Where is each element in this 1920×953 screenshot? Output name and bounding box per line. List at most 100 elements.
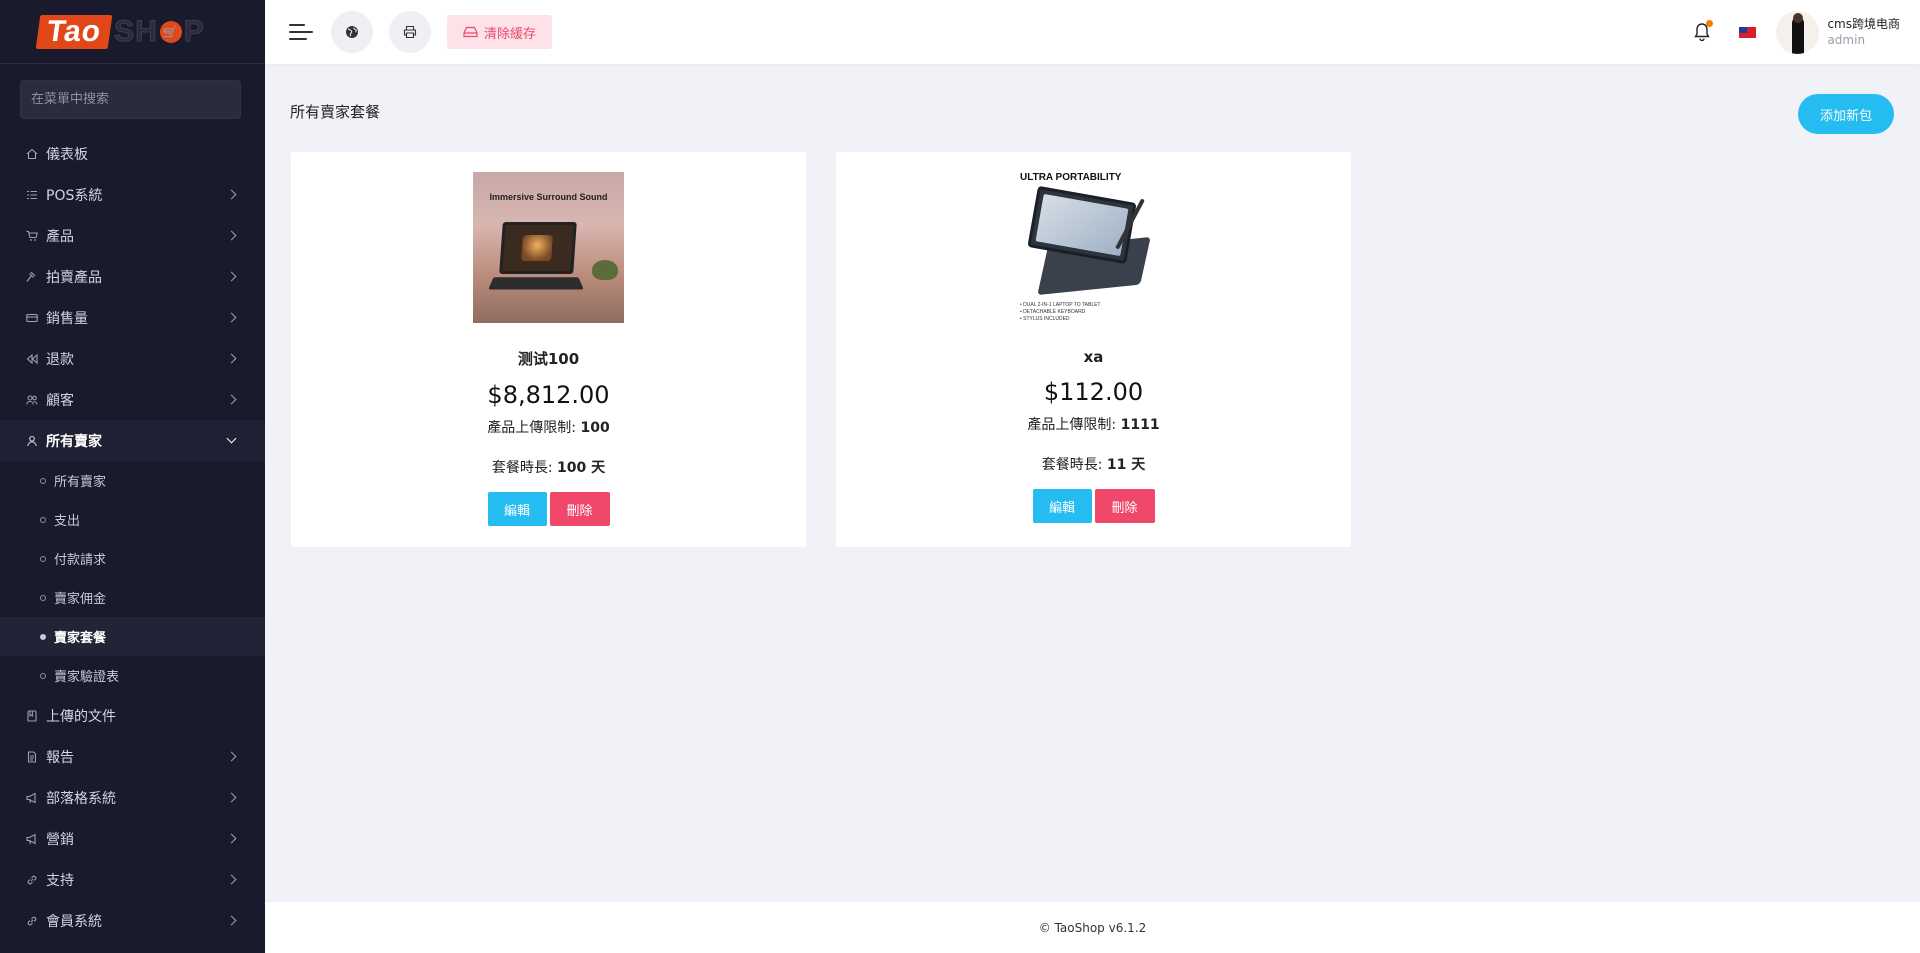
sidebar-item-dashboard[interactable]: 儀表板 bbox=[0, 133, 265, 174]
chevron-right-icon bbox=[226, 915, 237, 926]
sidebar-item-label: 產品 bbox=[46, 228, 74, 245]
submenu-item-label: 賣家佣金 bbox=[54, 592, 107, 607]
sidebar-item-label: 退款 bbox=[46, 351, 74, 368]
topbar-right: cms跨境电商 admin bbox=[1693, 10, 1900, 54]
sidebar-menu-after: 上傳的文件 報告 部落格系統 營銷 支持 會員系統 bbox=[0, 695, 265, 941]
package-price: $8,812.00 bbox=[487, 381, 610, 409]
sidebar-item-uploaded-files[interactable]: 上傳的文件 bbox=[0, 695, 265, 736]
chevron-right-icon bbox=[226, 792, 237, 803]
submenu-item-seller-packages[interactable]: 賣家套餐 bbox=[0, 617, 265, 656]
submenu-item-label: 所有賣家 bbox=[54, 475, 107, 490]
sidebar-item-customers[interactable]: 顧客 bbox=[0, 379, 265, 420]
package-card: Immersive Surround Sound 测试100 $8,812.00… bbox=[291, 152, 806, 547]
package-image: Immersive Surround Sound bbox=[473, 172, 624, 323]
user-info[interactable]: cms跨境电商 admin bbox=[1827, 16, 1900, 48]
sidebar-item-pos[interactable]: POS系統 bbox=[0, 174, 265, 215]
bullet-icon bbox=[40, 633, 46, 640]
bullet-icon bbox=[40, 516, 46, 523]
submenu-item-label: 賣家套餐 bbox=[54, 631, 107, 646]
card-actions: 編輯 刪除 bbox=[487, 492, 610, 526]
sidebar: Tao SH 🛒 P 儀表板 POS系統 產品 bbox=[0, 0, 265, 953]
upload-limit-label: 產品上傳限制: bbox=[1027, 417, 1117, 433]
package-image-caption: Immersive Surround Sound bbox=[489, 192, 608, 202]
submenu-item-seller-verification[interactable]: 賣家驗證表 bbox=[0, 656, 265, 695]
chevron-down-icon bbox=[226, 433, 237, 444]
package-name: xa bbox=[1083, 348, 1104, 366]
clear-cache-button[interactable]: 清除緩存 bbox=[447, 15, 553, 49]
language-flag-icon[interactable] bbox=[1739, 26, 1757, 38]
upload-limit-value: 1111 bbox=[1120, 417, 1160, 433]
bullet-icon bbox=[40, 672, 46, 679]
submenu-item-all-sellers[interactable]: 所有賣家 bbox=[0, 461, 265, 500]
sidebar-item-blog[interactable]: 部落格系統 bbox=[0, 777, 265, 818]
cart-logo-icon: 🛒 bbox=[159, 20, 182, 43]
user-role: admin bbox=[1827, 33, 1866, 47]
user-name: cms跨境电商 bbox=[1827, 17, 1900, 31]
megaphone-icon bbox=[26, 833, 38, 845]
sidebar-item-label: POS系統 bbox=[46, 187, 103, 204]
print-button[interactable] bbox=[389, 11, 431, 53]
sidebar-item-sales[interactable]: 銷售量 bbox=[0, 297, 265, 338]
sidebar-item-label: 銷售量 bbox=[46, 310, 88, 327]
sidebar-item-label: 拍賣產品 bbox=[46, 269, 102, 286]
list-icon bbox=[26, 189, 38, 201]
package-duration: 套餐時長: 11 天 bbox=[1042, 454, 1146, 474]
card-actions: 編輯 刪除 bbox=[1032, 489, 1155, 523]
sidebar-item-membership[interactable]: 會員系統 bbox=[0, 900, 265, 941]
bullet-icon bbox=[40, 555, 46, 562]
bullet-icon bbox=[40, 594, 46, 601]
chevron-right-icon bbox=[226, 874, 237, 885]
edit-button[interactable]: 編輯 bbox=[487, 492, 547, 526]
sidebar-item-products[interactable]: 產品 bbox=[0, 215, 265, 256]
package-duration: 套餐時長: 100 天 bbox=[492, 457, 605, 477]
avatar[interactable] bbox=[1776, 10, 1820, 54]
menu-toggle-icon[interactable] bbox=[289, 22, 315, 42]
delete-button[interactable]: 刪除 bbox=[1094, 489, 1155, 523]
package-image-caption: ULTRA PORTABILITY bbox=[1020, 172, 1122, 183]
backward-icon bbox=[26, 353, 38, 365]
duration-label: 套餐時長: bbox=[1041, 457, 1103, 473]
sidebar-item-label: 所有賣家 bbox=[46, 433, 102, 450]
bullet-text: • STYLUS INCLUDED bbox=[1020, 316, 1070, 322]
notification-bell[interactable] bbox=[1693, 20, 1714, 42]
sidebar-item-all-sellers[interactable]: 所有賣家 bbox=[0, 420, 265, 461]
duration-label: 套餐時長: bbox=[491, 460, 553, 476]
sidebar-item-reports[interactable]: 報告 bbox=[0, 736, 265, 777]
chevron-right-icon bbox=[226, 394, 237, 405]
sidebar-item-support[interactable]: 支持 bbox=[0, 859, 265, 900]
user-icon bbox=[26, 435, 38, 447]
logo-text-sh: SH bbox=[114, 14, 158, 48]
cart-icon bbox=[26, 230, 38, 242]
edit-button[interactable]: 編輯 bbox=[1032, 489, 1092, 523]
bullet-text: • DUAL 2-IN-1 LAPTOP TO TABLET bbox=[1020, 302, 1101, 308]
credit-card-icon bbox=[26, 312, 38, 324]
add-new-package-button[interactable]: 添加新包 bbox=[1798, 94, 1894, 134]
submenu-item-payment-requests[interactable]: 付款請求 bbox=[0, 539, 265, 578]
sidebar-item-auction[interactable]: 拍賣產品 bbox=[0, 256, 265, 297]
menu-search-wrap bbox=[0, 64, 265, 133]
clear-cache-label: 清除緩存 bbox=[484, 26, 537, 42]
globe-button[interactable] bbox=[331, 11, 373, 53]
submenu-item-label: 賣家驗證表 bbox=[54, 670, 120, 685]
upload-limit: 產品上傳限制: 1111 bbox=[1027, 414, 1159, 434]
sidebar-item-marketing[interactable]: 營銷 bbox=[0, 818, 265, 859]
sidebar-item-label: 報告 bbox=[46, 749, 74, 766]
printer-icon bbox=[403, 25, 417, 39]
folder-icon bbox=[26, 709, 38, 722]
upload-limit-value: 100 bbox=[580, 420, 610, 436]
submenu-item-payouts[interactable]: 支出 bbox=[0, 500, 265, 539]
submenu-item-label: 付款請求 bbox=[54, 553, 107, 568]
menu-search-input[interactable] bbox=[20, 80, 241, 119]
sidebar-item-label: 會員系統 bbox=[46, 913, 102, 930]
megaphone-icon bbox=[26, 792, 38, 804]
sidebar-item-refunds[interactable]: 退款 bbox=[0, 338, 265, 379]
package-image-bullets: • DUAL 2-IN-1 LAPTOP TO TABLET • DETACHA… bbox=[1020, 302, 1100, 323]
file-icon bbox=[26, 750, 38, 763]
submenu-item-seller-commission[interactable]: 賣家佣金 bbox=[0, 578, 265, 617]
chevron-right-icon bbox=[226, 271, 237, 282]
globe-icon bbox=[346, 26, 358, 38]
delete-button[interactable]: 刪除 bbox=[549, 492, 610, 526]
upload-limit-label: 產品上傳限制: bbox=[487, 420, 577, 436]
taoshop-logo[interactable]: Tao SH 🛒 P bbox=[35, 14, 205, 49]
link-icon bbox=[26, 915, 38, 927]
